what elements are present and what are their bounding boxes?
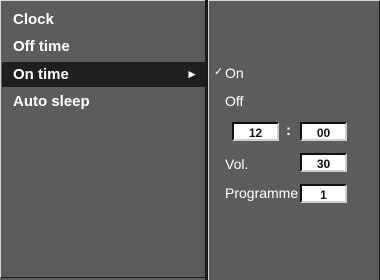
menu-item-label: Off time xyxy=(13,38,70,55)
menu-item-clock[interactable]: Clock xyxy=(2,7,205,32)
volume-field[interactable]: 30 xyxy=(300,153,347,172)
timer-menu-panel: Clock Off time On time ► Auto sleep xyxy=(0,0,207,278)
programme-label: Programme xyxy=(225,185,299,201)
checkmark-icon: ✓ xyxy=(214,66,224,78)
submenu-arrow-icon: ► xyxy=(186,67,198,81)
menu-item-label: On time xyxy=(13,66,69,83)
programme-field[interactable]: 1 xyxy=(300,184,347,203)
osd-window: Clock Off time On time ► Auto sleep ✓ On… xyxy=(0,0,380,280)
option-on[interactable]: On xyxy=(225,64,244,82)
minute-field[interactable]: 00 xyxy=(300,122,347,141)
hour-field[interactable]: 12 xyxy=(232,122,279,141)
option-off[interactable]: Off xyxy=(225,92,243,110)
menu-item-off-time[interactable]: Off time xyxy=(2,34,205,59)
menu-item-on-time[interactable]: On time ► xyxy=(2,62,205,87)
time-separator: : xyxy=(286,122,291,139)
menu-item-label: Auto sleep xyxy=(13,93,90,110)
menu-item-auto-sleep[interactable]: Auto sleep xyxy=(2,89,205,114)
menu-item-label: Clock xyxy=(13,11,54,28)
on-time-submenu-panel: ✓ On Off 12 : 00 Vol. 30 Programme 1 xyxy=(208,0,380,280)
volume-label: Vol. xyxy=(225,156,249,172)
